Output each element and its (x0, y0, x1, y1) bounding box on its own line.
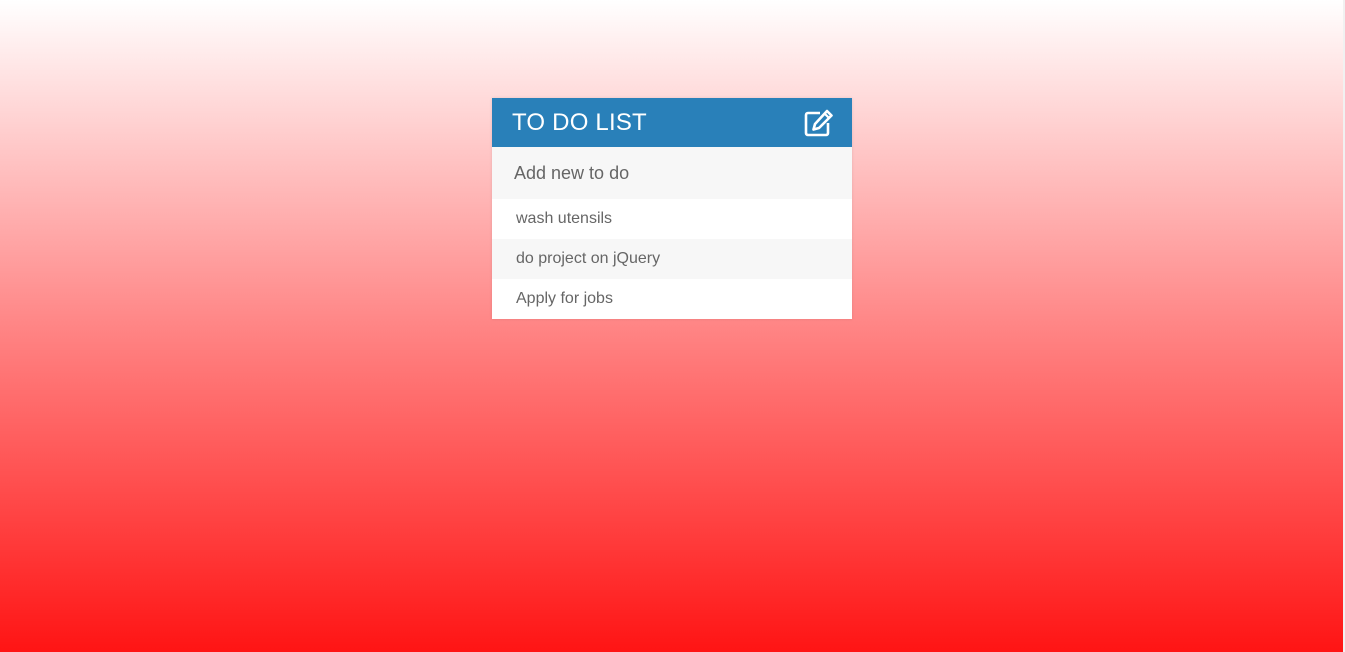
new-todo-input[interactable] (492, 147, 852, 199)
todo-header: TO DO LIST (492, 98, 852, 147)
page-title: TO DO LIST (512, 109, 647, 136)
list-item[interactable]: Apply for jobs (492, 279, 852, 319)
list-item[interactable]: wash utensils (492, 199, 852, 239)
list-item[interactable]: do project on jQuery (492, 239, 852, 279)
todo-list: wash utensils do project on jQuery Apply… (492, 199, 852, 319)
todo-container: TO DO LIST wash utensils do project on j… (492, 98, 852, 319)
edit-icon[interactable] (804, 109, 834, 137)
